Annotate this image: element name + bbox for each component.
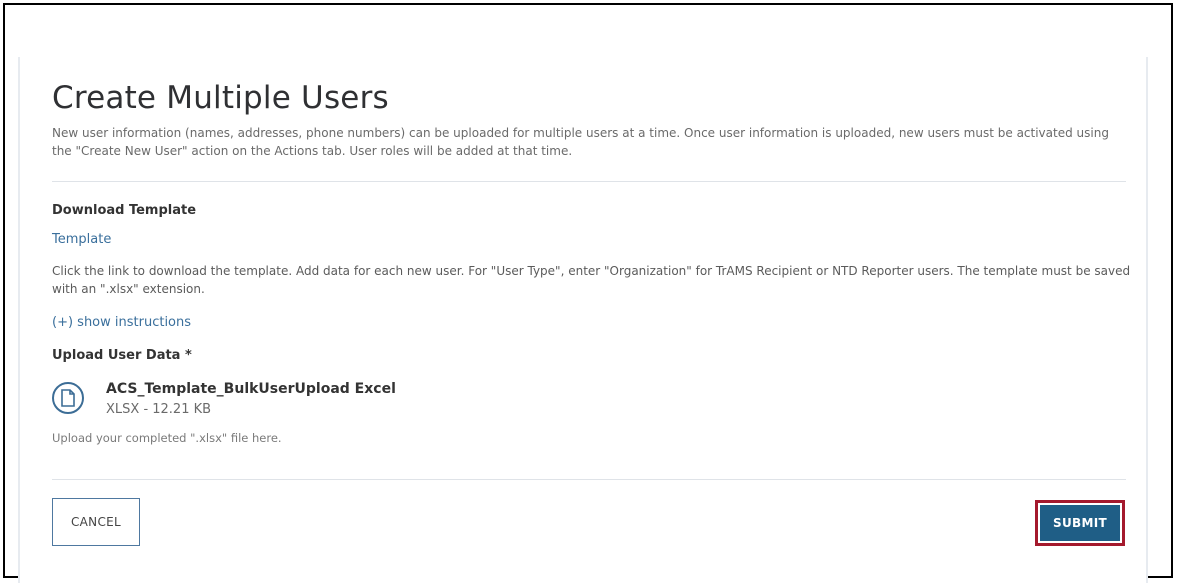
download-help-text: Click the link to download the template.… [52,264,1131,296]
upload-user-data-heading: Upload User Data * [52,348,192,363]
template-link[interactable]: Template [52,232,111,247]
submit-highlight-box: SUBMIT [1035,500,1125,546]
download-template-heading: Download Template [52,203,197,218]
document-icon [52,382,84,414]
divider [52,181,1126,182]
page-title: Create Multiple Users [52,80,389,116]
document-icon-glyph [61,389,75,407]
uploaded-file-meta: XLSX - 12.21 KB [106,402,212,417]
page-description: New user information (names, addresses, … [52,126,1109,158]
uploaded-file-name[interactable]: ACS_Template_BulkUserUpload Excel [106,381,396,397]
upload-help-text: Upload your completed ".xlsx" file here. [52,431,282,445]
show-instructions-link[interactable]: (+) show instructions [52,315,191,330]
cancel-button[interactable]: CANCEL [52,498,140,546]
submit-button[interactable]: SUBMIT [1040,505,1120,541]
footer-divider [52,479,1126,480]
